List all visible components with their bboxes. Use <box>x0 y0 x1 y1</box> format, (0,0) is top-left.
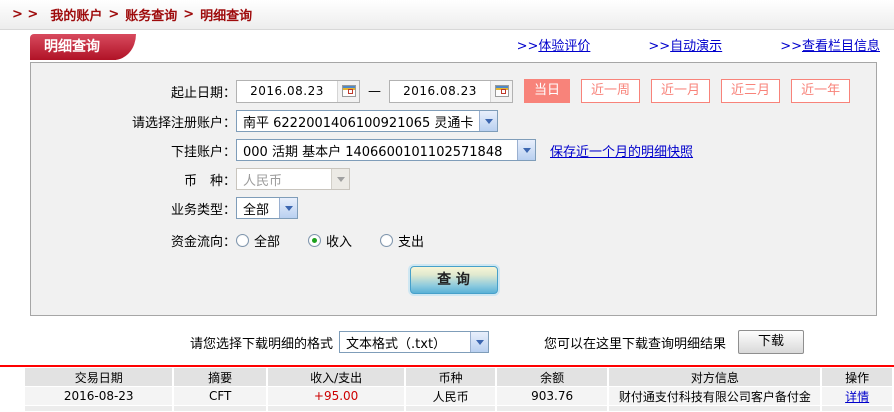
flow-option-expense[interactable]: 支出 <box>380 231 424 250</box>
chevron-down-icon[interactable] <box>479 111 497 131</box>
query-button[interactable]: 查 询 <box>409 266 498 294</box>
quick-range-week-button[interactable]: 近一周 <box>581 79 641 103</box>
flow-option-all[interactable]: 全部 <box>236 231 280 250</box>
breadcrumb-prefix: > > <box>12 7 39 22</box>
chevron-down-icon[interactable] <box>517 140 535 160</box>
currency-value: 人民币 <box>243 173 283 189</box>
date-from-field[interactable]: 2016.08.23 <box>236 79 360 103</box>
download-format-label: 请您选择下载明细的格式 <box>190 336 334 352</box>
cell-summary: CFT <box>174 387 266 405</box>
sub-account-select[interactable]: 000 活期 基本户 1406600101102571848 <box>236 139 536 161</box>
detail-result-table: 交易日期 摘要 收入/支出 币种 余额 对方信息 操作 2016-08-23 C… <box>23 367 894 412</box>
register-account-row: 请选择注册账户： 南平 6222001406100921065 灵通卡 <box>31 110 876 132</box>
flow-option-label: 收入 <box>326 235 353 250</box>
query-button-row: 查 询 <box>31 266 876 294</box>
cell-date: 2016-08-23 <box>25 387 173 405</box>
tab-bar: 明细查询 >>体验评价 >>自动演示 >>查看栏目信息 <box>0 30 894 60</box>
date-from-value[interactable]: 2016.08.23 <box>237 84 337 98</box>
link-prefix: >> <box>780 39 802 54</box>
download-format-value: 文本格式（.txt） <box>346 336 447 352</box>
detail-link[interactable]: 详情 <box>845 390 869 404</box>
business-type-label: 业务类型： <box>170 202 236 218</box>
breadcrumb-item-account-query[interactable]: 账务查询 <box>125 5 177 24</box>
col-header-date: 交易日期 <box>25 368 173 386</box>
link-prefix: >> <box>516 39 539 54</box>
link-view-column-info[interactable]: >>查看栏目信息 <box>780 35 880 54</box>
link-label: 体验评价 <box>538 39 591 54</box>
link-label: 查看栏目信息 <box>801 39 880 54</box>
date-range-label: 起止日期： <box>170 85 236 101</box>
currency-select: 人民币 <box>236 168 350 190</box>
download-format-select[interactable]: 文本格式（.txt） <box>339 331 490 353</box>
quick-range-year-button[interactable]: 近一年 <box>791 79 851 103</box>
cell-counterparty: 财付通支付科技有限公司客户备付金 <box>609 387 821 405</box>
radio-icon[interactable] <box>236 234 249 247</box>
flow-option-label: 全部 <box>254 235 281 250</box>
currency-row: 币 种： 人民币 <box>31 168 876 190</box>
breadcrumb-separator: > <box>108 7 120 22</box>
date-from-calendar-button[interactable] <box>337 80 359 102</box>
breadcrumb-item-my-account[interactable]: 我的账户 <box>50 5 102 24</box>
col-header-action: 操作 <box>822 368 892 386</box>
link-experience-feedback[interactable]: >>体验评价 <box>517 35 591 54</box>
cell-action: 详情 <box>822 387 892 405</box>
radio-checked-icon[interactable] <box>308 234 322 247</box>
top-links: >>体验评价 >>自动演示 >>查看栏目信息 <box>517 35 880 60</box>
date-to-field[interactable]: 2016.08.23 <box>389 79 513 103</box>
chevron-down-icon[interactable] <box>279 198 297 218</box>
quick-range-month-button[interactable]: 近一月 <box>651 79 711 103</box>
flow-option-label: 支出 <box>398 235 425 250</box>
cell-balance: 903.76 <box>496 387 608 405</box>
sub-account-value: 000 活期 基本户 1406600101102571848 <box>243 144 503 160</box>
calendar-icon <box>494 85 509 97</box>
col-header-amount: 收入/支出 <box>267 368 405 386</box>
save-snapshot-link[interactable]: 保存近一个月的明细快照 <box>550 141 693 160</box>
chevron-down-icon <box>331 169 349 189</box>
date-separator: — <box>368 83 381 99</box>
business-type-select[interactable]: 全部 <box>236 197 298 219</box>
table-row: 2016-08-23 CFT +95.00 人民币 903.76 财付通支付科技… <box>25 387 892 405</box>
quick-range-today-button[interactable]: 当日 <box>524 79 571 103</box>
fund-flow-label: 资金流向： <box>170 235 236 250</box>
flow-option-income[interactable]: 收入 <box>308 231 352 250</box>
quick-range-quarter-button[interactable]: 近三月 <box>721 79 781 103</box>
date-range-row: 起止日期： 2016.08.23 — 2016.08.23 当日 近一周 近一月… <box>31 79 876 103</box>
tab-detail-query[interactable]: 明细查询 <box>30 34 116 60</box>
register-account-label: 请选择注册账户： <box>131 115 236 131</box>
breadcrumb-item-detail-query[interactable]: 明细查询 <box>200 5 252 24</box>
col-header-summary: 摘要 <box>174 368 266 386</box>
register-account-value: 南平 6222001406100921065 灵通卡 <box>243 115 474 131</box>
register-account-select[interactable]: 南平 6222001406100921065 灵通卡 <box>236 110 498 132</box>
download-hint: 您可以在这里下载查询明细结果 <box>544 336 727 352</box>
download-row: 请您选择下载明细的格式 文本格式（.txt） 您可以在这里下载查询明细结果 下载 <box>190 330 894 354</box>
link-auto-demo[interactable]: >>自动演示 <box>648 35 722 54</box>
sub-account-label: 下挂账户： <box>170 144 236 160</box>
cell-amount: +95.00 <box>267 387 405 405</box>
link-prefix: >> <box>648 39 671 54</box>
download-button[interactable]: 下载 <box>738 330 805 354</box>
query-form-panel: 起止日期： 2016.08.23 — 2016.08.23 当日 近一周 近一月… <box>30 62 877 316</box>
link-label: 自动演示 <box>670 39 723 54</box>
breadcrumb: > > 我的账户 > 账务查询 > 明细查询 <box>0 0 894 30</box>
radio-icon[interactable] <box>380 234 394 247</box>
fund-flow-row: 资金流向： 全部 收入 支出 <box>31 231 876 250</box>
col-header-balance: 余额 <box>496 368 608 386</box>
chevron-down-icon[interactable] <box>470 332 489 352</box>
breadcrumb-separator: > <box>183 7 195 22</box>
table-row-partial <box>25 406 892 411</box>
sub-account-row: 下挂账户： 000 活期 基本户 1406600101102571848 保存近… <box>31 139 876 161</box>
cell-currency: 人民币 <box>406 387 495 405</box>
currency-label: 币 种： <box>183 173 236 189</box>
col-header-currency: 币种 <box>406 368 495 386</box>
table-header-row: 交易日期 摘要 收入/支出 币种 余额 对方信息 操作 <box>25 368 892 386</box>
business-type-value: 全部 <box>243 202 270 218</box>
calendar-icon <box>341 85 356 97</box>
date-to-value[interactable]: 2016.08.23 <box>390 84 490 98</box>
date-to-calendar-button[interactable] <box>490 80 512 102</box>
col-header-counterparty: 对方信息 <box>609 368 821 386</box>
business-type-row: 业务类型： 全部 <box>31 197 876 219</box>
